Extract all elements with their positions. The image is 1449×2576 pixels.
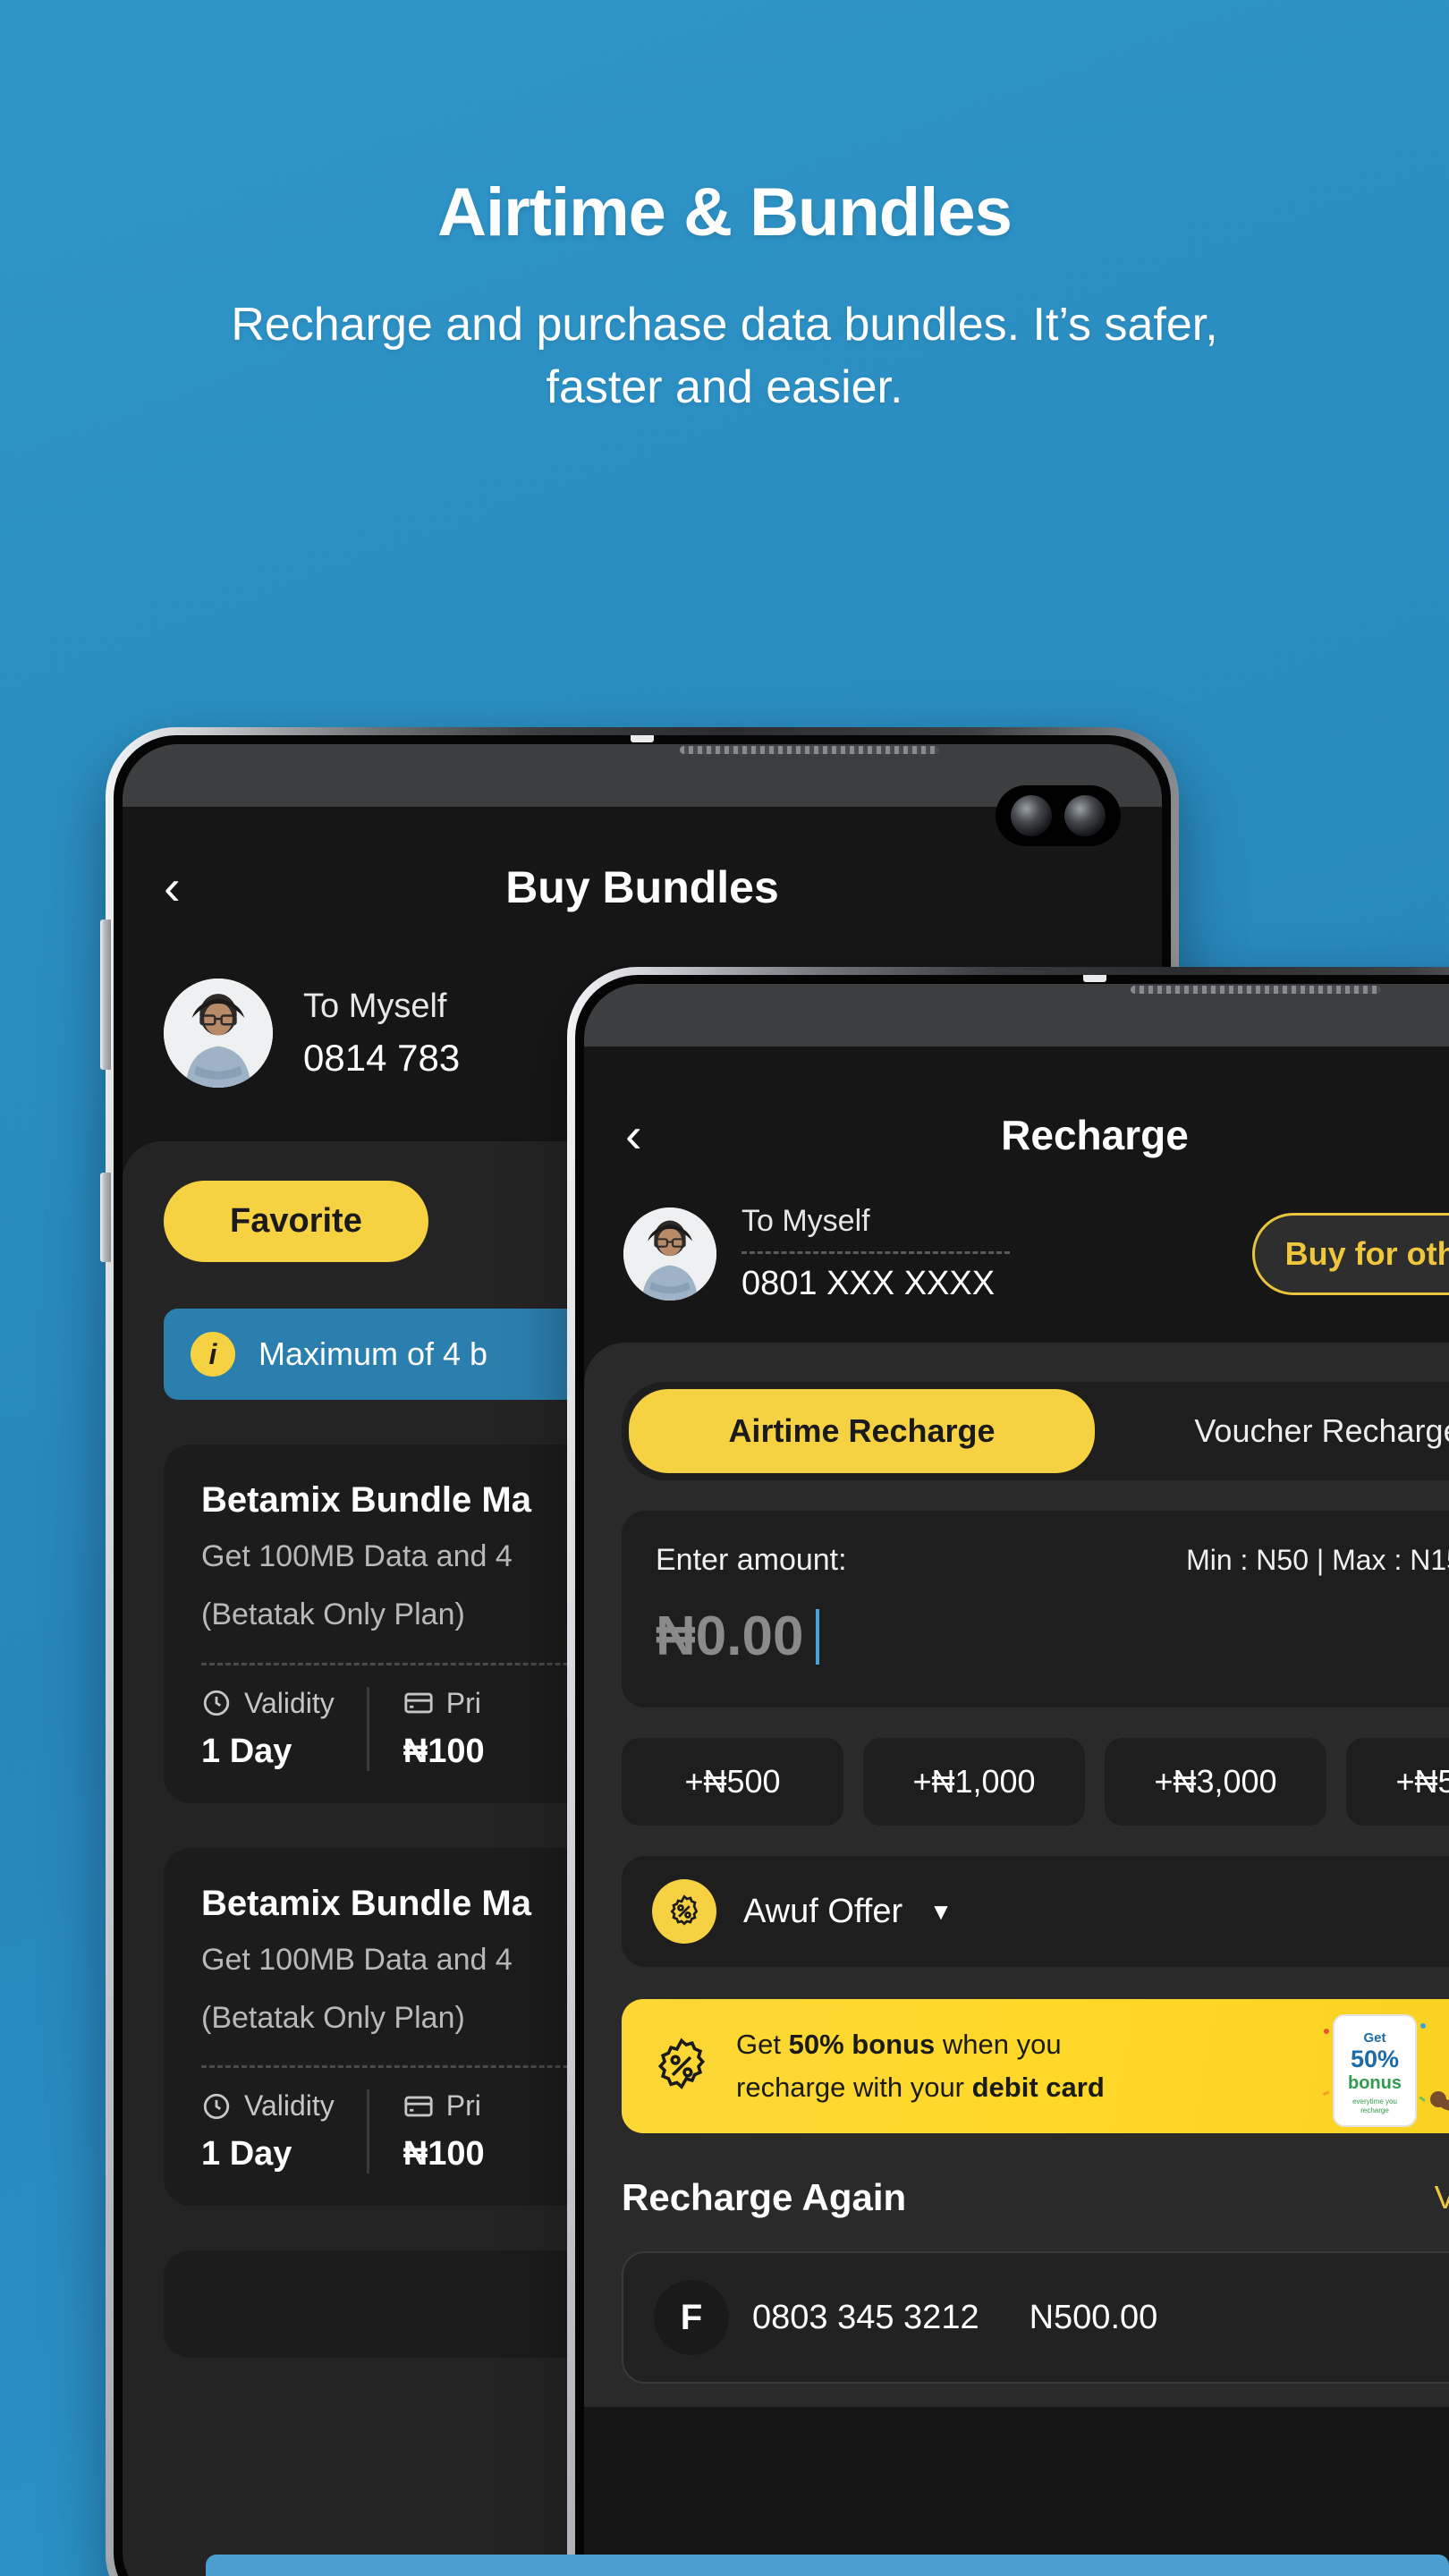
- bundle-price-value: ₦100: [402, 2135, 485, 2174]
- content-panel-recharge: Airtime Recharge Voucher Recharge Enter …: [584, 1343, 1449, 2407]
- bundle-validity: Validity 1 Day: [201, 1687, 367, 1771]
- bundle-price-label: Pri: [445, 1686, 481, 1719]
- screen-title-buy-bundles: Buy Bundles: [505, 862, 779, 912]
- tab-voucher-recharge[interactable]: Voucher Recharge: [1095, 1389, 1449, 1473]
- info-banner-text: Maximum of 4 b: [258, 1335, 488, 1372]
- avatar: [164, 979, 273, 1088]
- avatar: [623, 1207, 716, 1301]
- chevron-down-icon[interactable]: ▼: [929, 1898, 953, 1926]
- recipient-label-back: To Myself: [303, 987, 447, 1025]
- promo-art-get: Get: [1363, 2030, 1385, 2046]
- bundle-price-value: ₦100: [402, 1732, 485, 1770]
- recipient-phone-front: 0801 XXX XXXX: [741, 1265, 996, 1302]
- camera-lens-icon: [1064, 795, 1106, 836]
- card-icon: [403, 1688, 434, 1718]
- quick-amount-row: +₦500 +₦1,000 +₦3,000 +₦5,000: [622, 1738, 1449, 1826]
- amount-placeholder: ₦0.00: [656, 1606, 804, 1667]
- promo-text: Get 50% bonus when you recharge with you…: [736, 2023, 1105, 2109]
- tab-airtime-recharge[interactable]: Airtime Recharge: [629, 1389, 1095, 1473]
- svg-text:everytime you: everytime you: [1352, 2097, 1397, 2106]
- recipient-row-front: To Myself 0801 XXX XXXX Buy for others ›: [584, 1181, 1449, 1343]
- bundle-validity-label: Validity: [244, 2089, 335, 2123]
- bundle-validity-label: Validity: [244, 1686, 335, 1719]
- amount-limits: Min : N50 | Max : N150,000: [1186, 1544, 1449, 1576]
- quick-amount-3000[interactable]: +₦3,000: [1105, 1738, 1326, 1826]
- svg-text:bonus: bonus: [1348, 2073, 1402, 2093]
- earpiece-grille-front: [1131, 986, 1381, 994]
- promo-line1-c: when you: [935, 2028, 1062, 2060]
- view-all-button[interactable]: View all ›: [1435, 2179, 1449, 2216]
- bundle-price: Pri ₦100: [366, 2089, 517, 2174]
- divider: [741, 1251, 1010, 1254]
- phone-body-front: ‹ Recharge To Myself 0801 XXX XXXX Buy f…: [575, 975, 1449, 2576]
- nav-bar-recharge: ‹ Recharge: [584, 1046, 1449, 1181]
- card-icon: [403, 2091, 434, 2122]
- recipient-phone-back: 0814 783: [303, 1036, 461, 1079]
- promo-line2-b: debit card: [971, 2072, 1105, 2103]
- promo-line1-b: 50% bonus: [788, 2028, 936, 2060]
- awuf-offer-label: Awuf Offer: [743, 1892, 903, 1930]
- hero-section: Airtime & Bundles Recharge and purchase …: [0, 0, 1449, 419]
- text-cursor: [816, 1608, 820, 1665]
- page-subtitle: Recharge and purchase data bundles. It’s…: [231, 299, 1218, 414]
- awuf-offer-row[interactable]: Awuf Offer ▼: [622, 1856, 1449, 1967]
- buy-for-others-label: Buy for others: [1284, 1234, 1449, 1272]
- quick-amount-5000[interactable]: +₦5,000: [1346, 1738, 1449, 1826]
- svg-text:50%: 50%: [1351, 2046, 1399, 2072]
- promo-line2-a: recharge with your: [736, 2072, 972, 2103]
- screen-title-recharge: Recharge: [1001, 1112, 1189, 1158]
- phone-mockup-recharge: ‹ Recharge To Myself 0801 XXX XXXX Buy f…: [567, 967, 1449, 2576]
- bundle-validity-value: 1 Day: [201, 1732, 292, 1770]
- discount-badge-icon: [652, 1879, 716, 1944]
- bottom-accent-bar: [206, 2555, 1449, 2576]
- volume-button: [100, 919, 111, 1070]
- bixby-button: [100, 1173, 111, 1262]
- quick-amount-500[interactable]: +₦500: [622, 1738, 843, 1826]
- clock-icon: [201, 2091, 232, 2122]
- camera-lens-icon: [1011, 795, 1052, 836]
- recipient-label-front: To Myself: [741, 1204, 870, 1238]
- page-title: Airtime & Bundles: [437, 174, 1013, 250]
- earpiece-grille-back: [680, 746, 939, 754]
- recharge-type-tabs: Airtime Recharge Voucher Recharge: [622, 1382, 1449, 1480]
- promo-banner-debit-card-bonus[interactable]: Get 50% bonus when you recharge with you…: [622, 1999, 1449, 2133]
- promo-line1-a: Get: [736, 2028, 789, 2060]
- promo-illustration: Get 50% bonus everytime you recharge: [1309, 1999, 1449, 2133]
- front-camera-back: [996, 785, 1121, 846]
- top-nub-front: [1083, 975, 1106, 982]
- amount-label: Enter amount:: [656, 1543, 847, 1577]
- view-all-label: View all: [1434, 2179, 1449, 2216]
- svg-text:recharge: recharge: [1360, 2106, 1389, 2114]
- recharge-again-amount: N500.00: [1029, 2298, 1158, 2336]
- recipient-info-back: To Myself 0814 783: [303, 987, 460, 1080]
- bundle-price-label: Pri: [445, 2089, 481, 2123]
- recharge-again-title: Recharge Again: [622, 2176, 907, 2218]
- bundle-validity: Validity 1 Day: [201, 2089, 367, 2174]
- contact-initial-avatar: F: [654, 2280, 729, 2355]
- quick-amount-1000[interactable]: +₦1,000: [863, 1738, 1085, 1826]
- recharge-again-section: Recharge Again View all › F 0803 345 321…: [622, 2176, 1449, 2407]
- bundle-validity-value: 1 Day: [201, 2135, 292, 2174]
- top-nub-back: [631, 735, 654, 742]
- filter-favorite-button[interactable]: Favorite: [164, 1181, 428, 1262]
- recharge-again-number: 0803 345 3212: [752, 2298, 979, 2336]
- info-icon: i: [191, 1332, 235, 1377]
- recipient-info-front: To Myself 0801 XXX XXXX: [741, 1204, 1227, 1303]
- clock-icon: [201, 1688, 232, 1718]
- screen-recharge: ‹ Recharge To Myself 0801 XXX XXXX Buy f…: [584, 984, 1449, 2576]
- buy-for-others-button[interactable]: Buy for others ›: [1251, 1212, 1449, 1295]
- amount-input[interactable]: ₦0.00: [656, 1605, 1449, 1668]
- percent-seal-icon: [652, 2037, 711, 2096]
- amount-input-card[interactable]: Enter amount: Min : N50 | Max : N150,000…: [622, 1511, 1449, 1707]
- recharge-again-item[interactable]: F 0803 345 3212 N500.00 ›: [622, 2251, 1449, 2384]
- bundle-price: Pri ₦100: [366, 1686, 517, 1771]
